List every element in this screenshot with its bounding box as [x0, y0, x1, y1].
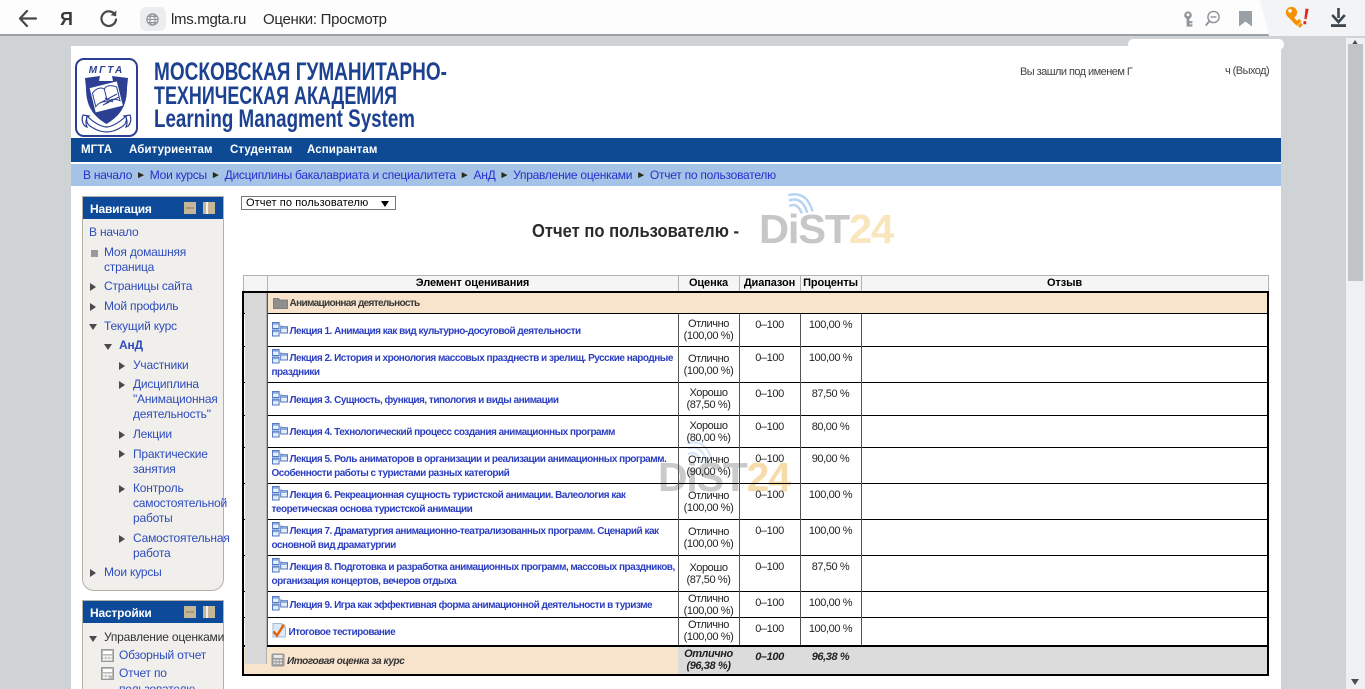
svg-text:МГТА: МГТА	[89, 65, 124, 76]
